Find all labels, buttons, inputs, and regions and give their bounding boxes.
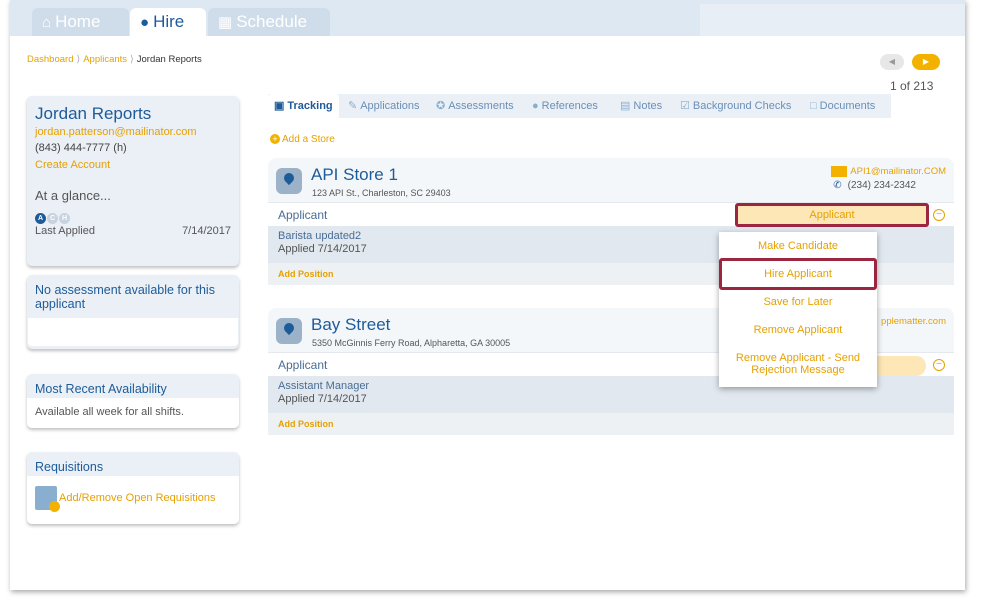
- tab-applications-label: Applications: [360, 100, 420, 112]
- tab-schedule[interactable]: ▦ Schedule: [208, 8, 330, 36]
- status-dropdown-button[interactable]: Applicant: [735, 203, 929, 227]
- add-remove-requisitions-link[interactable]: Add/Remove Open Requisitions: [59, 492, 216, 504]
- store-phone-text: (234) 234-2342: [847, 180, 916, 191]
- assessment-body: [27, 317, 239, 347]
- store-email[interactable]: pplematter.com: [881, 316, 946, 327]
- calendar-icon: ▦: [218, 14, 233, 31]
- chevron-left-icon: ◀: [888, 57, 896, 66]
- phone-icon: ✆: [833, 180, 842, 191]
- profile-card: Jordan Reports jordan.patterson@mailinat…: [27, 96, 239, 266]
- requisitions-card: Requisitions Add/Remove Open Requisition…: [27, 452, 239, 524]
- add-store-label: Add a Store: [282, 134, 335, 145]
- status-dropdown-menu: Make Candidate Hire Applicant Save for L…: [719, 232, 877, 387]
- document-icon: □: [810, 100, 817, 112]
- menu-item-remove-applicant[interactable]: Remove Applicant: [719, 324, 877, 336]
- user-icon: ●: [140, 14, 150, 31]
- map-pin-icon: [276, 318, 302, 344]
- collapse-icon[interactable]: −: [933, 209, 945, 221]
- people-icon: ●: [532, 100, 539, 112]
- collapse-icon[interactable]: −: [933, 359, 945, 371]
- tab-documents[interactable]: □ Documents: [810, 94, 875, 118]
- applicant-email-link[interactable]: jordan.patterson@mailinator.com: [27, 124, 239, 138]
- tab-background-checks-label: Background Checks: [692, 100, 792, 112]
- store-header: API Store 1 123 API St., Charleston, SC …: [268, 158, 954, 202]
- tab-home[interactable]: ⌂ Home: [32, 8, 129, 36]
- tab-assessments-label: Assessments: [448, 100, 514, 112]
- menu-item-save-for-later[interactable]: Save for Later: [719, 296, 877, 308]
- menu-item-make-candidate[interactable]: Make Candidate: [719, 240, 877, 252]
- train-icon: ▣: [274, 100, 285, 112]
- tab-home-label: Home: [55, 12, 101, 31]
- applicant-name: Jordan Reports: [35, 104, 152, 123]
- award-icon: ✪: [436, 100, 446, 112]
- envelope-icon: [831, 166, 848, 177]
- breadcrumb: Dashboard ⟩ Applicants ⟩ Jordan Reports: [27, 54, 202, 65]
- store-address: 123 API St., Charleston, SC 29403: [312, 188, 451, 198]
- store-name[interactable]: API Store 1: [311, 165, 398, 185]
- store-address: 5350 McGinnis Ferry Road, Alpharetta, GA…: [312, 338, 511, 348]
- tab-documents-label: Documents: [819, 100, 876, 112]
- position-applied: Applied 7/14/2017: [278, 393, 367, 405]
- tab-tracking-label: Tracking: [287, 100, 333, 112]
- breadcrumb-applicants[interactable]: Applicants: [83, 54, 127, 65]
- requisitions-body: Add/Remove Open Requisitions: [27, 476, 239, 524]
- menu-item-remove-send-rejection[interactable]: Remove Applicant - Send Rejection Messag…: [719, 352, 877, 376]
- status-badges: ACH: [27, 203, 239, 224]
- availability-text: Available all week for all shifts.: [27, 398, 239, 428]
- last-applied-label: Last Applied: [35, 225, 95, 237]
- availability-title: Most Recent Availability: [35, 382, 167, 396]
- next-applicant-button[interactable]: ▶: [912, 54, 940, 70]
- breadcrumb-current: Jordan Reports: [136, 54, 202, 65]
- last-applied-row: Last Applied 7/14/2017: [27, 223, 239, 237]
- chevron-right-icon: ⟩: [130, 54, 134, 65]
- tab-hire-label: Hire: [153, 12, 185, 31]
- app-window: ⌂ Home ● Hire ▦ Schedule Dashboard ⟩ Applican…: [10, 0, 965, 590]
- tab-notes[interactable]: ▤ Notes: [620, 94, 662, 118]
- top-navigation: ⌂ Home ● Hire ▦ Schedule: [10, 0, 965, 36]
- tab-hire[interactable]: ● Hire: [130, 8, 206, 36]
- store-name[interactable]: Bay Street: [311, 315, 390, 335]
- applicant-phone: (843) 444-7777 (h): [35, 142, 127, 154]
- plus-icon: +: [270, 134, 280, 144]
- assessment-text: No assessment available for this applica…: [35, 283, 215, 311]
- home-icon: ⌂: [42, 14, 52, 31]
- assessment-card: No assessment available for this applica…: [27, 275, 239, 349]
- clipboard-icon: [35, 486, 60, 512]
- pager-count: 1 of 213: [890, 79, 934, 93]
- tab-tracking[interactable]: ▣ Tracking: [268, 94, 339, 118]
- prev-applicant-button[interactable]: ◀: [880, 54, 904, 70]
- availability-card: Most Recent Availability Available all w…: [27, 374, 239, 428]
- tab-references[interactable]: ● References: [532, 94, 598, 118]
- tab-applications[interactable]: ✎ Applications: [348, 94, 420, 118]
- chevron-right-icon: ⟩: [76, 54, 81, 65]
- requisitions-title: Requisitions: [35, 460, 104, 474]
- tab-background-checks[interactable]: ☑ Background Checks: [680, 94, 791, 118]
- menu-item-hire-applicant[interactable]: Hire Applicant: [719, 258, 877, 290]
- store-phone: ✆ (234) 234-2342: [833, 180, 916, 191]
- status-row: Applicant Applicant −: [268, 202, 954, 227]
- tab-assessments[interactable]: ✪ Assessments: [436, 94, 514, 118]
- header-right-panel: [700, 4, 965, 36]
- add-position-link[interactable]: Add Position: [268, 413, 954, 435]
- create-account-link[interactable]: Create Account: [27, 154, 239, 171]
- at-a-glance-label: At a glance...: [35, 188, 111, 203]
- status-row-label: Applicant: [278, 358, 328, 372]
- note-icon: ▤: [620, 100, 631, 112]
- map-pin-icon: [276, 168, 302, 194]
- store-email-text: API1@mailinator.COM: [850, 166, 946, 178]
- chevron-right-icon: ▶: [922, 57, 930, 66]
- pencil-icon: ✎: [348, 100, 358, 112]
- tab-references-label: References: [541, 100, 598, 112]
- store-email[interactable]: API1@mailinator.COM: [831, 166, 946, 177]
- applicant-tabs: ▣ Tracking ✎ Applications ✪ Assessments ● Re…: [268, 94, 891, 118]
- breadcrumb-dashboard[interactable]: Dashboard: [27, 54, 73, 65]
- tab-notes-label: Notes: [633, 100, 663, 112]
- checkbox-icon: ☑: [680, 100, 690, 112]
- status-row-label: Applicant: [278, 208, 328, 222]
- last-applied-date: 7/14/2017: [182, 225, 231, 237]
- tab-schedule-label: Schedule: [236, 12, 308, 31]
- add-store-link[interactable]: + Add a Store: [270, 134, 335, 145]
